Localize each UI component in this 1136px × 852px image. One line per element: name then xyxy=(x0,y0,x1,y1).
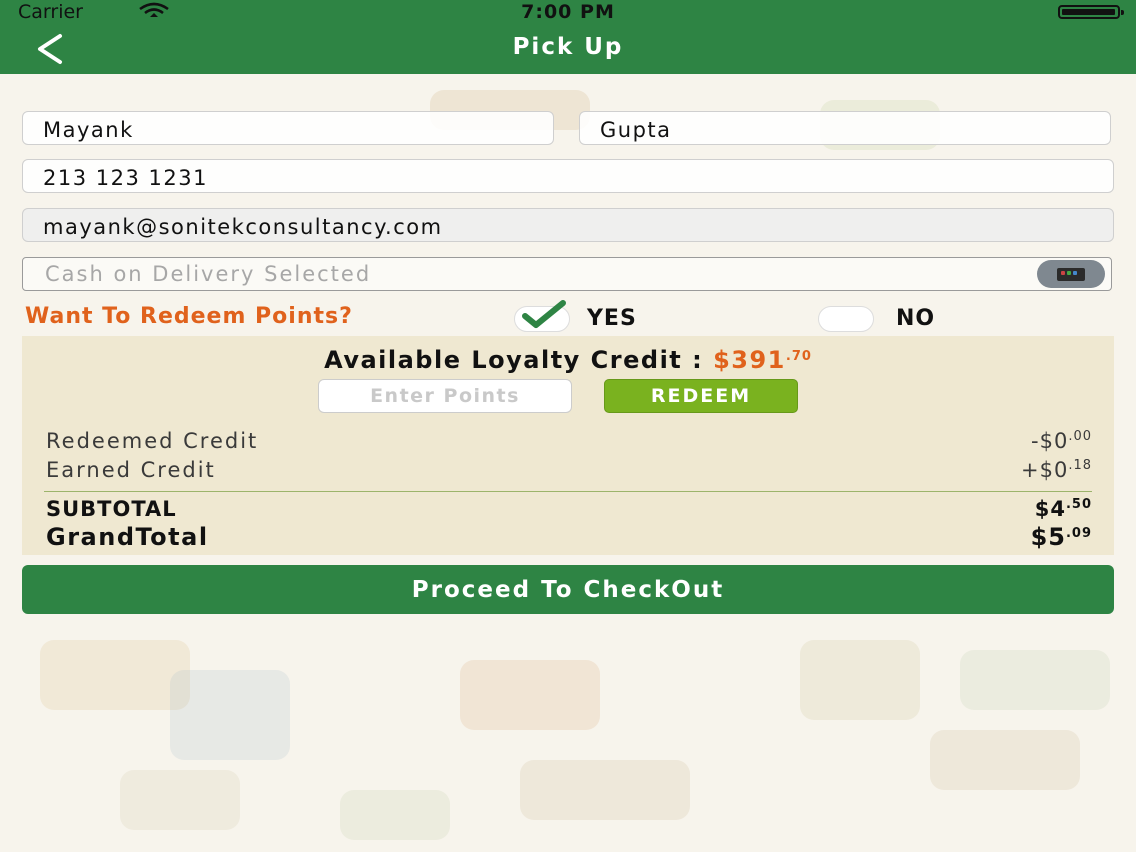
earned-credit-label: Earned Credit xyxy=(46,458,216,482)
subtotal-label: SUBTOTAL xyxy=(46,497,177,521)
redeem-no-radio[interactable] xyxy=(818,306,874,332)
enter-points-input[interactable] xyxy=(318,379,572,413)
grandtotal-cents: .09 xyxy=(1065,526,1092,541)
loyalty-credit-amount: $391.70 xyxy=(713,346,812,374)
subtotal-value: $4.50 xyxy=(1035,497,1092,521)
earned-credit-value: +$0.18 xyxy=(1021,458,1092,482)
status-time: 7:00 PM xyxy=(521,1,615,23)
earned-credit-main: +$0 xyxy=(1020,458,1069,482)
redeem-button[interactable]: REDEEM xyxy=(604,379,798,413)
battery-icon xyxy=(1058,5,1124,19)
phone-field[interactable] xyxy=(22,159,1114,193)
summary-divider xyxy=(44,491,1092,492)
last-name-field[interactable] xyxy=(579,111,1111,145)
status-bar: Carrier 7:00 PM xyxy=(0,0,1136,24)
grandtotal-main: $5 xyxy=(1030,523,1066,551)
redeemed-credit-label: Redeemed Credit xyxy=(46,429,259,453)
proceed-checkout-button[interactable]: Proceed To CheckOut xyxy=(22,565,1114,614)
page-title: Pick Up xyxy=(512,34,624,60)
email-field[interactable] xyxy=(22,208,1114,242)
subtotal-main: $4 xyxy=(1034,497,1066,521)
loyalty-credit-title: Available Loyalty Credit : $391.70 xyxy=(22,346,1114,374)
nav-bar: Pick Up xyxy=(0,24,1136,74)
loyalty-panel: Available Loyalty Credit : $391.70 REDEE… xyxy=(22,336,1114,555)
loyalty-credit-label: Available Loyalty Credit : xyxy=(324,346,704,374)
redeem-no-label: NO xyxy=(896,306,936,331)
checkmark-icon xyxy=(522,300,566,328)
payment-method-field[interactable]: Cash on Delivery Selected xyxy=(22,257,1112,291)
earned-credit-cents: .18 xyxy=(1068,458,1092,473)
first-name-field[interactable] xyxy=(22,111,554,145)
loyalty-credit-cents: .70 xyxy=(785,349,812,364)
redeem-yes-radio[interactable] xyxy=(514,300,570,332)
redeemed-credit-cents: .00 xyxy=(1068,429,1092,444)
subtotal-cents: .50 xyxy=(1065,497,1092,512)
redeem-yes-label: YES xyxy=(587,306,637,331)
grandtotal-label: GrandTotal xyxy=(46,523,209,551)
redeem-points-question: Want To Redeem Points? xyxy=(25,304,353,329)
redeemed-credit-value: -$0.00 xyxy=(1031,429,1092,453)
redeemed-credit-main: -$0 xyxy=(1031,429,1069,453)
payment-method-text: Cash on Delivery Selected xyxy=(45,262,372,286)
credit-card-icon[interactable] xyxy=(1037,260,1105,288)
loyalty-credit-main: $391 xyxy=(713,346,786,374)
grandtotal-value: $5.09 xyxy=(1031,523,1092,551)
